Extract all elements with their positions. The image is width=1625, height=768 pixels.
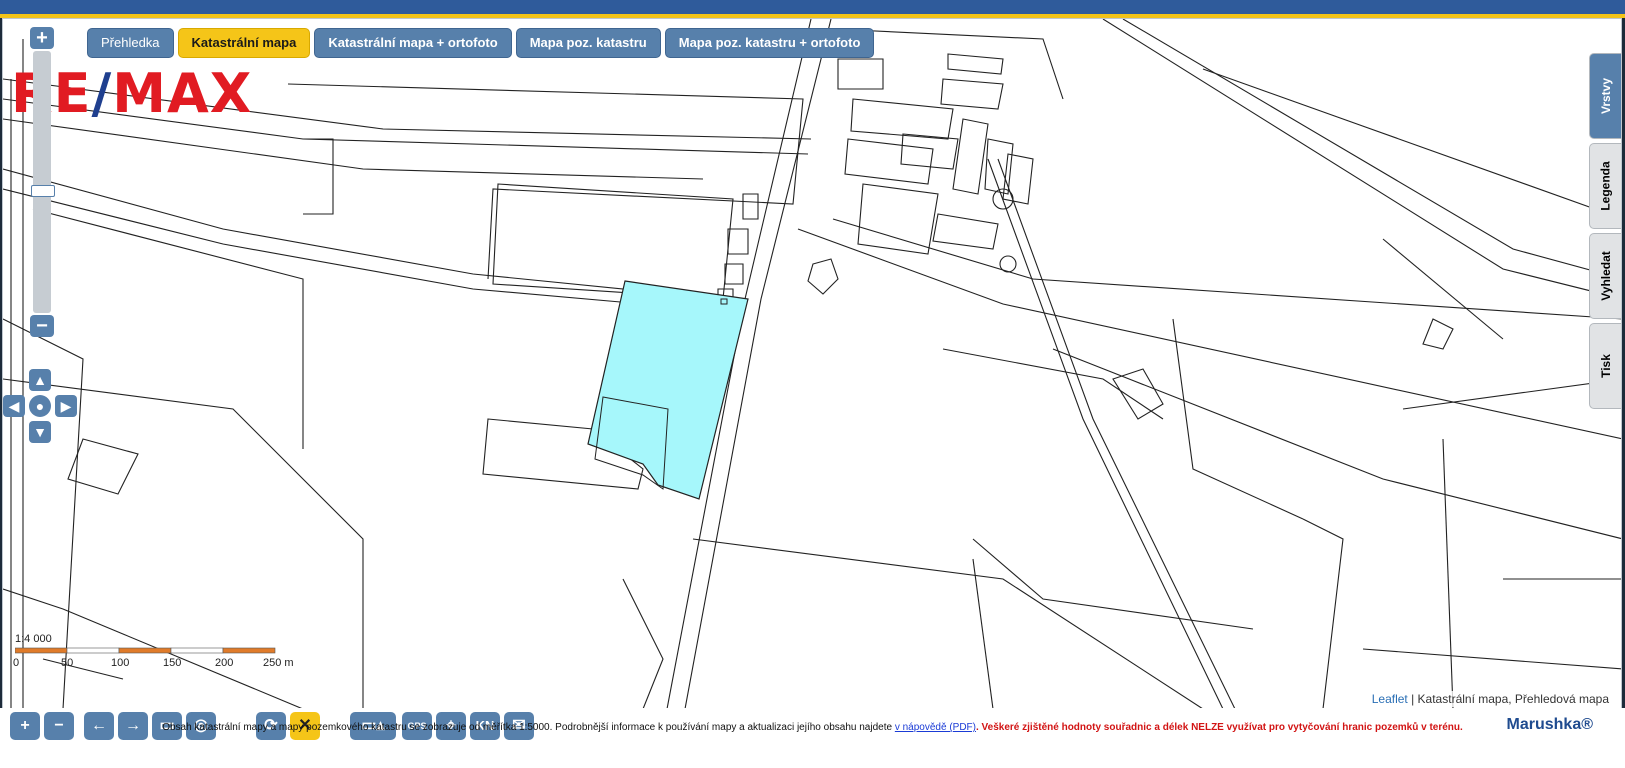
cadastral-map[interactable]: RE/MAX Přehledka Katastrální mapa Katast… [2,18,1622,710]
scale-tick: 100 [111,657,130,669]
pan-down-icon[interactable]: ▼ [29,421,51,443]
zoom-in-button[interactable]: + [30,27,54,49]
scale-tick: 0 [13,657,20,669]
bottom-toolbar: + − ← → ▭ ◎ ⟳ ✕ ▭▴ GPS ⌖ KN ✉ Marushka® [0,708,1625,768]
map-type-tabs: Přehledka Katastrální mapa Katastrální m… [87,28,875,58]
tab-vrstvy[interactable]: Vrstvy [1589,53,1621,139]
zoom-slider[interactable] [31,51,55,313]
pan-right-icon[interactable]: ▶ [55,395,77,417]
pan-up-icon[interactable]: ▲ [29,369,51,391]
pan-center-icon[interactable]: ● [29,395,51,417]
zoom-out-button[interactable]: − [30,315,54,337]
tab-mapa-poz-katastru[interactable]: Mapa poz. katastru [515,28,661,58]
tab-tisk[interactable]: Tisk [1589,323,1621,409]
pan-control: ▲ ◀ ● ▶ ▼ [3,369,83,449]
leaflet-link[interactable]: Leaflet [1372,692,1408,706]
zoom-control: + − [30,27,56,337]
window-top-bar [0,0,1625,18]
tab-legenda[interactable]: Legenda [1589,143,1621,229]
scale-tick: 50 [61,657,74,669]
highlighted-parcel [587,280,749,500]
pan-left-icon[interactable]: ◀ [3,395,25,417]
tab-vyhledat[interactable]: Vyhledat [1589,233,1621,319]
scale-bar-graphic [15,647,276,654]
tab-mapa-poz-katastru-ortofoto[interactable]: Mapa poz. katastru + ortofoto [664,28,875,58]
footer-notice: Obsah katastrální mapy a mapy pozemkovéh… [162,722,1463,733]
side-panel-tabs: Vrstvy Legenda Vyhledat Tisk [1589,53,1621,413]
scale-bar: 1:4 000 0 50 100 150 200 250 m [13,633,305,671]
tab-katastralni-mapa-ortofoto[interactable]: Katastrální mapa + ortofoto [314,28,512,58]
tab-katastralni-mapa[interactable]: Katastrální mapa [177,28,311,58]
scale-tick: 200 [215,657,234,669]
scale-ratio: 1:4 000 [15,633,52,645]
scale-tick: 150 [163,657,182,669]
help-pdf-link[interactable]: v nápovědě (PDF) [895,722,976,733]
zoom-slider-handle[interactable] [31,184,55,197]
tab-prehledka[interactable]: Přehledka [87,28,174,58]
map-attribution: Leaflet | Katastrální mapa, Přehledová m… [1367,691,1613,707]
scale-tick: 250 m [263,657,294,669]
